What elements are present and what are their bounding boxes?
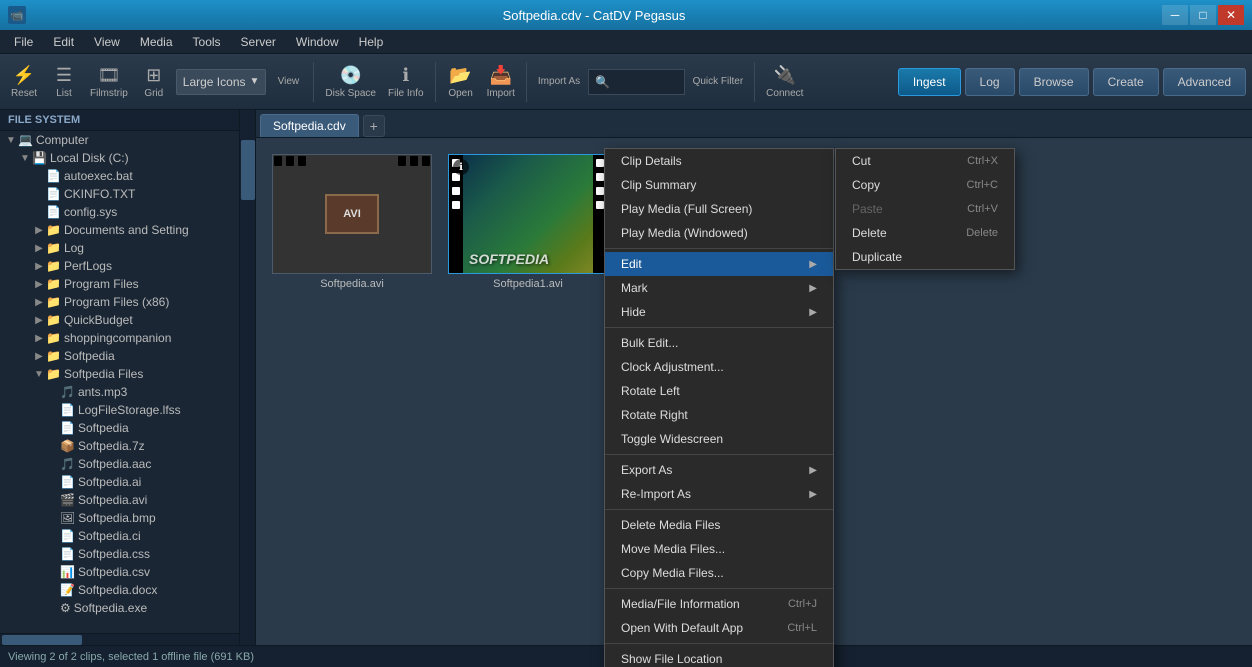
ctx-play-windowed[interactable]: Play Media (Windowed) [605, 221, 833, 245]
ctx-move-media[interactable]: Move Media Files... [605, 537, 833, 561]
ctx-edit[interactable]: Edit ▶ [605, 252, 833, 276]
context-menu-overlay[interactable]: Clip Details Clip Summary Play Media (Fu… [0, 0, 1252, 667]
ctx-sep-3 [605, 509, 833, 510]
ctx-sep-4 [605, 588, 833, 589]
ctx-duplicate[interactable]: Duplicate [836, 245, 1014, 269]
hide-submenu-arrow: ▶ [809, 307, 817, 318]
ctx-toggle-widescreen[interactable]: Toggle Widescreen [605, 427, 833, 451]
ctx-delete[interactable]: Delete Delete [836, 221, 1014, 245]
ctx-sep-5 [605, 643, 833, 644]
export-submenu-arrow: ▶ [809, 465, 817, 476]
ctx-play-fullscreen[interactable]: Play Media (Full Screen) [605, 197, 833, 221]
ctx-paste[interactable]: Paste Ctrl+V [836, 197, 1014, 221]
edit-submenu-arrow: ▶ [809, 259, 817, 270]
ctx-delete-media[interactable]: Delete Media Files [605, 513, 833, 537]
ctx-export-as[interactable]: Export As ▶ [605, 458, 833, 482]
ctx-copy-media[interactable]: Copy Media Files... [605, 561, 833, 585]
ctx-cut[interactable]: Cut Ctrl+X [836, 149, 1014, 173]
ctx-clock-adj[interactable]: Clock Adjustment... [605, 355, 833, 379]
ctx-sep-0 [605, 248, 833, 249]
context-menu: Clip Details Clip Summary Play Media (Fu… [604, 148, 834, 667]
ctx-rotate-right[interactable]: Rotate Right [605, 403, 833, 427]
ctx-show-file-location[interactable]: Show File Location [605, 647, 833, 667]
reimport-submenu-arrow: ▶ [809, 489, 817, 500]
ctx-media-info[interactable]: Media/File Information Ctrl+J [605, 592, 833, 616]
ctx-hide[interactable]: Hide ▶ [605, 300, 833, 324]
ctx-clip-summary[interactable]: Clip Summary [605, 173, 833, 197]
mark-submenu-arrow: ▶ [809, 283, 817, 294]
ctx-sep-1 [605, 327, 833, 328]
ctx-sep-2 [605, 454, 833, 455]
ctx-bulk-edit[interactable]: Bulk Edit... [605, 331, 833, 355]
submenu-edit: Cut Ctrl+X Copy Ctrl+C Paste Ctrl+V Dele… [835, 148, 1015, 270]
ctx-mark[interactable]: Mark ▶ [605, 276, 833, 300]
ctx-open-default[interactable]: Open With Default App Ctrl+L [605, 616, 833, 640]
ctx-reimport-as[interactable]: Re-Import As ▶ [605, 482, 833, 506]
ctx-clip-details[interactable]: Clip Details [605, 149, 833, 173]
ctx-copy[interactable]: Copy Ctrl+C [836, 173, 1014, 197]
ctx-rotate-left[interactable]: Rotate Left [605, 379, 833, 403]
